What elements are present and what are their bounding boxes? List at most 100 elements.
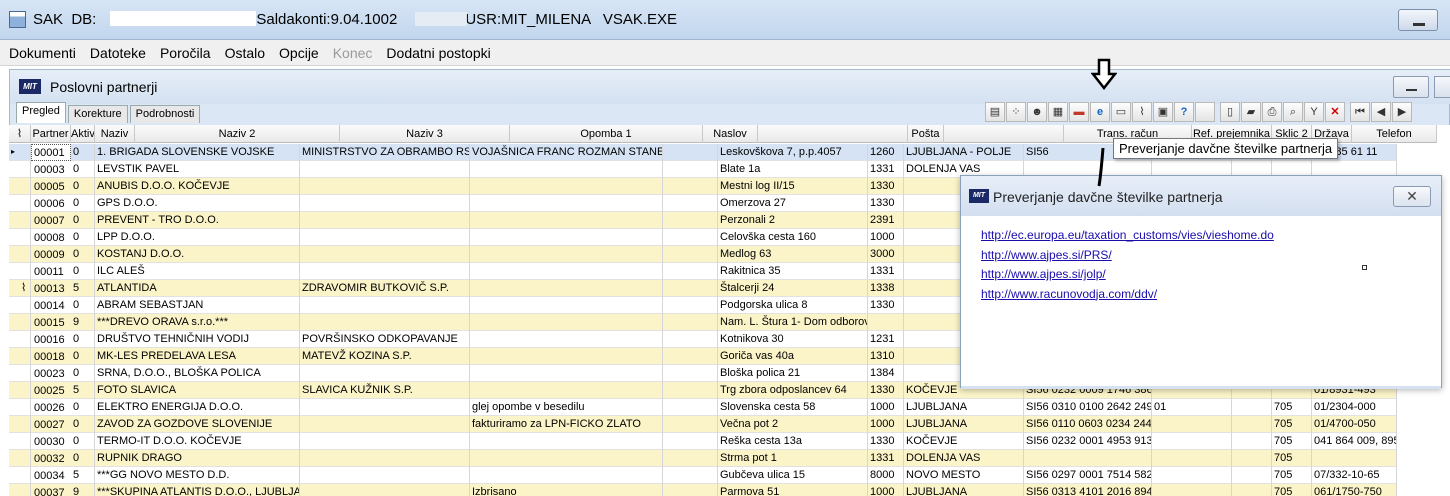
attachment-count[interactable]	[19, 314, 31, 331]
grid-cell[interactable]: 8000	[868, 467, 904, 484]
menu-datoteke[interactable]: Datoteke	[90, 45, 146, 61]
grid-cell[interactable]: SLAVICA KUŽNIK S.P.	[300, 382, 470, 399]
grid-cell[interactable]: 5	[71, 280, 95, 297]
grid-cell[interactable]: 00001	[31, 144, 71, 161]
grid-cell[interactable]: MK-LES PREDELAVA LESA	[95, 348, 300, 365]
grid-cell[interactable]: 705	[1272, 433, 1312, 450]
grid-cell[interactable]: 0	[71, 348, 95, 365]
grid-cell[interactable]	[663, 467, 718, 484]
print-button[interactable]: ⎙	[1262, 102, 1282, 122]
attachment-count[interactable]	[19, 178, 31, 195]
grid-cell[interactable]	[1152, 484, 1232, 496]
grid-cell[interactable]: 1330	[868, 297, 904, 314]
grid-cell[interactable]	[470, 178, 663, 195]
grid-cell[interactable]: 00030	[31, 433, 71, 450]
grid-cell[interactable]	[470, 450, 663, 467]
grid-cell[interactable]: Nam. L. Štura 1- Dom odborov	[718, 314, 868, 331]
menu-dodatni-postopki[interactable]: Dodatni postopki	[386, 45, 490, 61]
grid-cell[interactable]	[663, 161, 718, 178]
grid-cell[interactable]	[1232, 399, 1272, 416]
grid-cell[interactable]: 0	[71, 450, 95, 467]
grid-cell[interactable]: ***SKUPINA ATLANTIS D.O.O., LJUBLJA	[95, 484, 300, 496]
grid-cell[interactable]: 0	[71, 212, 95, 229]
grid-cell[interactable]: 00006	[31, 195, 71, 212]
grid-cell[interactable]: 1331	[868, 263, 904, 280]
grid-cell[interactable]: 00032	[31, 450, 71, 467]
grid-cell[interactable]: 00011	[31, 263, 71, 280]
table-row[interactable]: 00030 0 TERMO-IT D.O.O. KOČEVJE Reška cesta…	[9, 433, 1397, 450]
grid-cell[interactable]: ***DREVO ORAVA s.r.o.***	[95, 314, 300, 331]
grid-cell[interactable]: glej opombe v besedilu	[470, 399, 663, 416]
grid-cell[interactable]	[663, 297, 718, 314]
grid-cell[interactable]: LJUBLJANA	[904, 416, 1024, 433]
grid-cell[interactable]	[300, 229, 470, 246]
grid-cell[interactable]	[470, 467, 663, 484]
row-marker[interactable]	[9, 314, 19, 331]
grid-cell[interactable]: 1. BRIGADA SLOVENSKE VOJSKE	[95, 144, 300, 161]
menu-dokumenti[interactable]: Dokumenti	[9, 45, 76, 61]
help-button[interactable]: ?	[1174, 102, 1194, 122]
grid-cell[interactable]	[663, 280, 718, 297]
grid-cell[interactable]: Podgorska ulica 8	[718, 297, 868, 314]
grid-cell[interactable]: Perzonali 2	[718, 212, 868, 229]
grid-cell[interactable]: Bloška polica 21	[718, 365, 868, 382]
grid-cell[interactable]: 01/4700-050	[1312, 416, 1397, 433]
grid-button[interactable]: ▦	[1048, 102, 1068, 122]
menu-ostalo[interactable]: Ostalo	[225, 45, 265, 61]
row-marker[interactable]	[9, 399, 19, 416]
grid-cell[interactable]	[470, 161, 663, 178]
grid-cell[interactable]: ***GG NOVO MESTO D.D.	[95, 467, 300, 484]
grid-cell[interactable]	[470, 382, 663, 399]
attachment-count[interactable]	[19, 331, 31, 348]
grid-cell[interactable]: Leskovškova 7, p.p.4057	[718, 144, 868, 161]
grid-cell[interactable]: 01	[1152, 399, 1232, 416]
grid-cell[interactable]	[1232, 416, 1272, 433]
grid-cell[interactable]	[300, 399, 470, 416]
grid-cell[interactable]: 0	[71, 433, 95, 450]
grid-cell[interactable]	[300, 195, 470, 212]
filter-button[interactable]: Y	[1304, 102, 1324, 122]
grid-cell[interactable]	[663, 399, 718, 416]
grid-cell[interactable]: 07/332-10-65	[1312, 467, 1397, 484]
grid-cell[interactable]: 1384	[868, 365, 904, 382]
grid-cell[interactable]: 2391	[868, 212, 904, 229]
grid-cell[interactable]: 705	[1272, 416, 1312, 433]
grid-cell[interactable]: Medlog 63	[718, 246, 868, 263]
grid-cell[interactable]	[1152, 416, 1232, 433]
grid-cell[interactable]: ILC ALEŠ	[95, 263, 300, 280]
grid-cell[interactable]	[1232, 484, 1272, 496]
attachment-count[interactable]: ⌇ 5	[19, 280, 31, 297]
attachment-count[interactable]	[19, 450, 31, 467]
menu-opcije[interactable]: Opcije	[279, 45, 319, 61]
grid-cell[interactable]	[300, 314, 470, 331]
window-button[interactable]: ▭	[1111, 102, 1131, 122]
col-header[interactable]	[944, 125, 1064, 143]
grid-cell[interactable]	[663, 195, 718, 212]
grid-cell[interactable]: 1310	[868, 348, 904, 365]
grid-cell[interactable]: Izbrisano	[470, 484, 663, 496]
prev-record-button[interactable]: ◀	[1371, 102, 1391, 122]
grid-cell[interactable]: 1331	[868, 161, 904, 178]
grid-cell[interactable]: LJUBLJANA	[904, 484, 1024, 496]
grid-cell[interactable]: ZDRAVOMIR BUTKOVIČ S.P.	[300, 280, 470, 297]
row-marker[interactable]	[9, 212, 19, 229]
grid-cell[interactable]: SI56 0310 0100 2642 249	[1024, 399, 1152, 416]
grid-cell[interactable]	[470, 212, 663, 229]
grid-cell[interactable]	[300, 212, 470, 229]
grid-cell[interactable]: LPP D.O.O.	[95, 229, 300, 246]
grid-cell[interactable]	[663, 382, 718, 399]
grid-cell[interactable]: 00003	[31, 161, 71, 178]
col-header[interactable]: Naziv 2	[135, 125, 340, 143]
next-record-button[interactable]: ▶	[1392, 102, 1412, 122]
attachment-count[interactable]	[19, 246, 31, 263]
grid-cell[interactable]: 1331	[868, 450, 904, 467]
tab-pregled[interactable]: Pregled	[16, 102, 66, 123]
row-marker[interactable]	[9, 297, 19, 314]
grid-cell[interactable]: 1231	[868, 331, 904, 348]
attachment-count[interactable]	[19, 399, 31, 416]
popup-close-button[interactable]: ✕	[1393, 186, 1431, 207]
grid-cell[interactable]	[300, 263, 470, 280]
row-marker[interactable]	[9, 178, 19, 195]
grid-cell[interactable]: SRNA, D.O.O., BLOŠKA POLICA	[95, 365, 300, 382]
grid-cell[interactable]	[300, 450, 470, 467]
